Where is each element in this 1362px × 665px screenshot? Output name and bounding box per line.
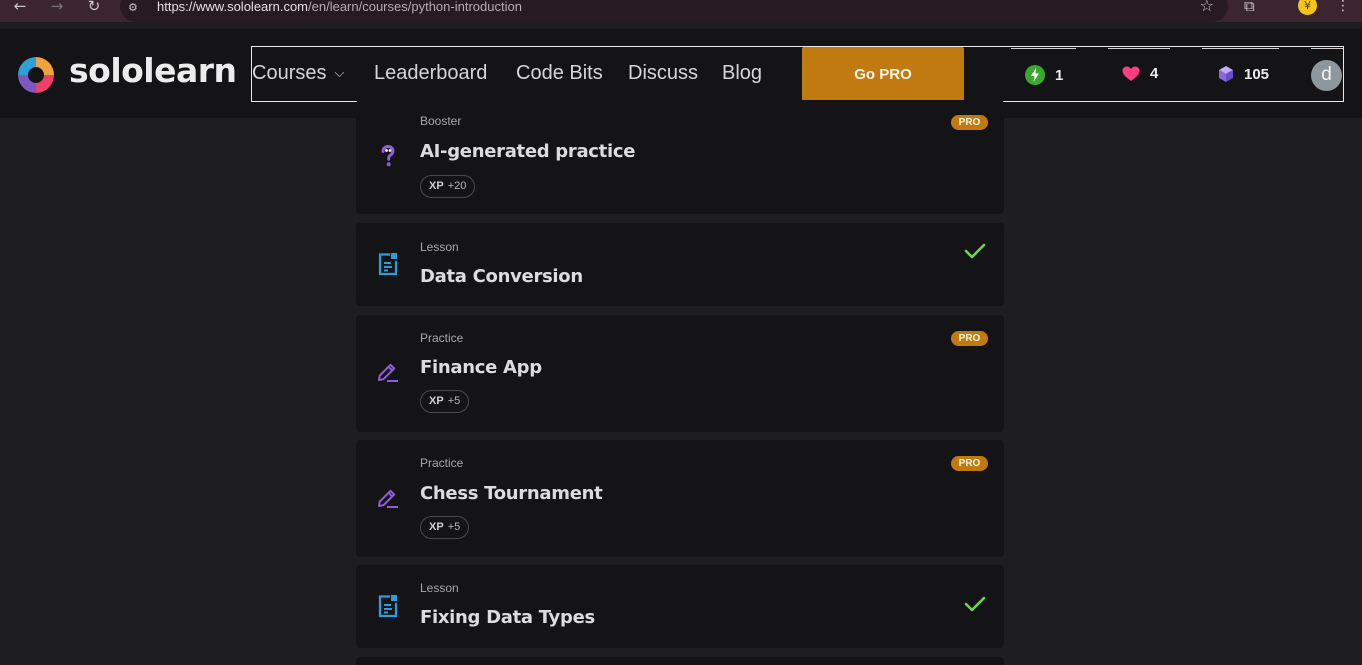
nav-discuss[interactable]: Discuss (628, 62, 698, 85)
nav-blog[interactable]: Blog (722, 62, 762, 85)
lesson-type: Lesson (420, 240, 459, 254)
lesson-card-finance-app[interactable]: Practice Finance App XP +5 PRO (356, 315, 1004, 432)
url-text[interactable]: https://www.sololearn.com/en/learn/cours… (157, 0, 522, 14)
lesson-title: Fixing Data Types (420, 607, 595, 628)
checkmark-icon (964, 243, 986, 259)
pencil-icon (378, 363, 398, 382)
chevron-down-icon: ⌵ (334, 65, 345, 80)
pro-badge: PRO (951, 331, 988, 346)
nav-leaderboard[interactable]: Leaderboard (374, 62, 487, 85)
streak-counter[interactable]: 1 (1025, 65, 1063, 85)
nav-courses[interactable]: Courses ⌵ (252, 62, 344, 85)
xp-badge: XP +5 (420, 390, 470, 413)
forward-icon[interactable]: → (47, 0, 67, 16)
chrome-gap (0, 22, 1362, 29)
checkmark-icon (964, 596, 986, 612)
avatar[interactable]: d (1311, 60, 1342, 91)
reload-icon[interactable]: ↻ (84, 0, 104, 16)
lesson-doc-icon (378, 595, 398, 618)
lesson-title: AI-generated practice (420, 141, 636, 162)
lesson-title: Chess Tournament (420, 483, 603, 504)
lesson-type: Lesson (420, 581, 459, 595)
address-bar[interactable]: ⚙ https://www.sololearn.com/en/learn/cou… (120, 0, 1228, 22)
pro-badge: PRO (951, 115, 988, 130)
star-icon[interactable]: ☆ (1200, 0, 1214, 15)
divider (1202, 48, 1279, 49)
back-icon[interactable]: ← (10, 0, 30, 16)
logo-text[interactable]: sololearn (69, 51, 237, 90)
lightning-icon (1025, 65, 1045, 85)
question-mark-icon (381, 144, 395, 167)
cube-icon (1219, 66, 1233, 82)
profile-icon[interactable]: ¥ (1298, 0, 1317, 15)
tune-icon[interactable]: ⚙ (128, 1, 146, 15)
bits-counter[interactable]: 105 (1218, 65, 1269, 83)
lesson-card-data-conversion[interactable]: Lesson Data Conversion (356, 223, 1004, 306)
sololearn-logo-icon[interactable] (14, 53, 58, 97)
divider (1108, 48, 1170, 49)
nav-code-bits[interactable]: Code Bits (516, 62, 603, 85)
lesson-card-ai-practice[interactable]: Booster AI-generated practice XP +20 PRO (356, 100, 1004, 214)
lesson-title: Finance App (420, 357, 542, 378)
divider (1011, 48, 1076, 49)
heart-icon (1122, 66, 1140, 81)
pencil-icon (378, 489, 398, 508)
go-pro-button[interactable]: Go PRO (802, 47, 964, 102)
lesson-doc-icon (378, 253, 398, 276)
hearts-counter[interactable]: 4 (1122, 65, 1158, 82)
kebab-menu-icon[interactable]: ⋮ (1336, 0, 1350, 13)
puzzle-icon[interactable]: ⧉ (1244, 0, 1255, 14)
lesson-card-fixing-data-types[interactable]: Lesson Fixing Data Types (356, 565, 1004, 648)
lesson-type: Practice (420, 456, 464, 470)
lesson-type: Practice (420, 331, 464, 345)
lesson-title: Data Conversion (420, 266, 583, 287)
browser-toolbar: ← → ↻ ⚙ https://www.sololearn.com/en/lea… (0, 0, 1362, 22)
lesson-type: Booster (420, 114, 462, 128)
xp-badge: XP +20 (420, 175, 476, 198)
divider (1311, 48, 1343, 49)
pro-badge: PRO (951, 456, 988, 471)
lesson-card-next[interactable] (356, 657, 1004, 665)
lesson-card-chess-tournament[interactable]: Practice Chess Tournament XP +5 PRO (356, 440, 1004, 557)
xp-badge: XP +5 (420, 516, 470, 539)
